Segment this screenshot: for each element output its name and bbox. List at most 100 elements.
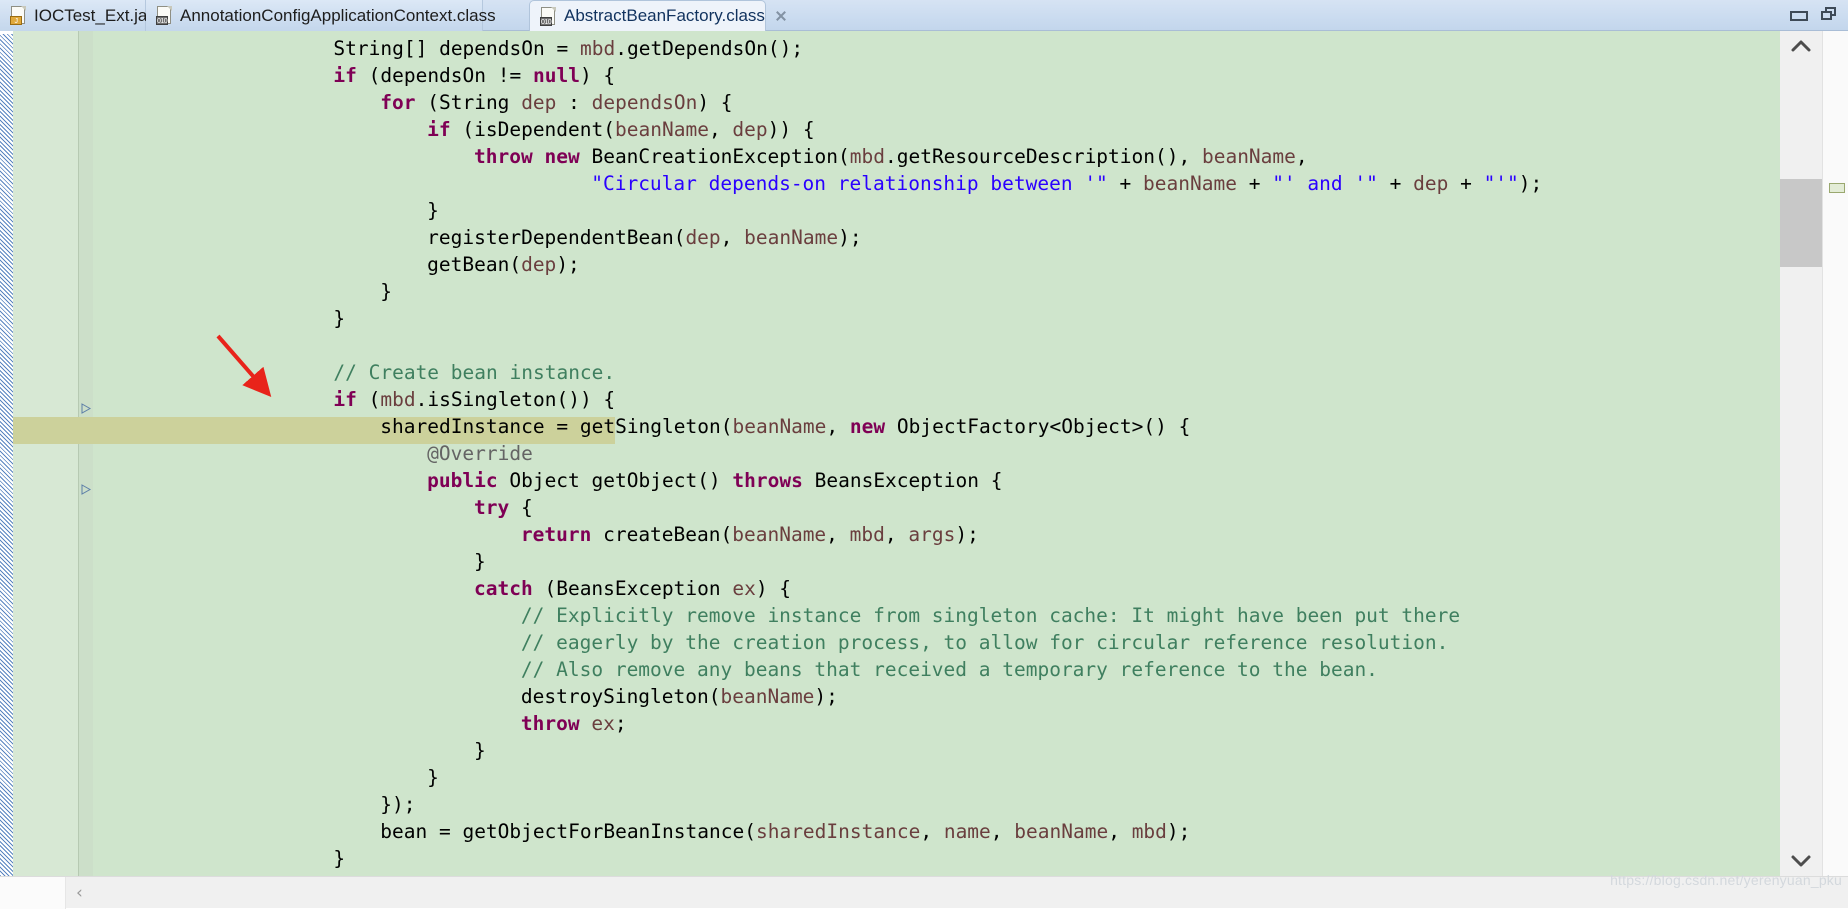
- code-token: beanName: [721, 685, 815, 708]
- code-token: // Create bean instance.: [333, 361, 615, 384]
- horizontal-scrollbar[interactable]: ‹: [0, 876, 1848, 908]
- code-token: mbd: [850, 145, 885, 168]
- code-token: public: [427, 469, 497, 492]
- scroll-left-arrow-icon[interactable]: ‹: [76, 877, 83, 909]
- code-line[interactable]: // Create bean instance.: [93, 359, 1780, 386]
- scroll-down-arrow-icon[interactable]: [1780, 846, 1822, 876]
- code-line[interactable]: "Circular depends-on relationship betwee…: [93, 170, 1780, 197]
- code-token: args: [908, 523, 955, 546]
- minimize-icon[interactable]: [1788, 6, 1806, 22]
- code-line[interactable]: if (dependsOn != null) {: [93, 62, 1780, 89]
- code-line[interactable]: getBean(dep);: [93, 251, 1780, 278]
- code-text-area[interactable]: String[] dependsOn = mbd.getDependsOn();…: [93, 31, 1780, 876]
- code-line[interactable]: throw ex;: [93, 710, 1780, 737]
- code-folding-column[interactable]: [79, 31, 93, 876]
- code-line[interactable]: String[] dependsOn = mbd.getDependsOn();: [93, 35, 1780, 62]
- code-token: }: [474, 550, 486, 573]
- code-line[interactable]: });: [93, 791, 1780, 818]
- code-token: throws: [732, 469, 802, 492]
- code-line[interactable]: // eagerly by the creation process, to a…: [93, 629, 1780, 656]
- tab-abstractbeanfactory-class[interactable]: 010 AbstractBeanFactory.class: [529, 0, 766, 31]
- code-line[interactable]: bean = getObjectForBeanInstance(sharedIn…: [93, 818, 1780, 845]
- code-token: beanName: [615, 118, 709, 141]
- line-number-gutter: [13, 31, 79, 876]
- code-line[interactable]: }: [93, 305, 1780, 332]
- code-token: [533, 145, 545, 168]
- code-line[interactable]: for (String dep : dependsOn) {: [93, 89, 1780, 116]
- code-line[interactable]: if (mbd.isSingleton()) {: [93, 386, 1780, 413]
- code-line[interactable]: // Explicitly remove instance from singl…: [93, 602, 1780, 629]
- code-token: ,: [991, 820, 1014, 843]
- code-line[interactable]: registerDependentBean(dep, beanName);: [93, 224, 1780, 251]
- code-token: }: [333, 307, 345, 330]
- code-token: // Explicitly remove instance from singl…: [521, 604, 1460, 627]
- code-token: ;: [615, 712, 627, 735]
- code-token: mbd: [380, 388, 415, 411]
- tab-label: AbstractBeanFactory.class: [564, 6, 765, 26]
- scroll-up-arrow-icon[interactable]: [1780, 31, 1822, 61]
- code-line[interactable]: try {: [93, 494, 1780, 521]
- code-line[interactable]: destroySingleton(beanName);: [93, 683, 1780, 710]
- fold-arrow-icon-2[interactable]: [81, 484, 92, 495]
- code-token: .isSingleton()) {: [416, 388, 616, 411]
- code-token: [580, 712, 592, 735]
- code-token: =: [545, 37, 580, 60]
- code-line[interactable]: }: [93, 764, 1780, 791]
- vertical-scrollbar-thumb[interactable]: [1780, 179, 1822, 267]
- window-controls: [1788, 6, 1838, 22]
- code-token: catch: [474, 577, 533, 600]
- code-token: ,: [885, 523, 908, 546]
- code-line[interactable]: return createBean(beanName, mbd, args);: [93, 521, 1780, 548]
- code-token: beanName: [1202, 145, 1296, 168]
- code-token: @Override: [427, 442, 533, 465]
- code-token: beanName: [1143, 172, 1237, 195]
- code-line[interactable]: if (isDependent(beanName, dep)) {: [93, 116, 1780, 143]
- code-line[interactable]: // Also remove any beans that received a…: [93, 656, 1780, 683]
- code-line[interactable]: }: [93, 548, 1780, 575]
- code-token: sharedInstance: [380, 415, 544, 438]
- scrollbar-left-pad: [0, 877, 66, 909]
- code-token: (BeansException: [533, 577, 733, 600]
- code-editor[interactable]: 2882892902912922932942952962972982993003…: [0, 31, 1848, 876]
- fold-arrow-icon-1[interactable]: [81, 403, 92, 414]
- code-token: sharedInstance: [756, 820, 920, 843]
- code-line[interactable]: catch (BeansException ex) {: [93, 575, 1780, 602]
- code-line[interactable]: sharedInstance = getSingleton(beanName, …: [93, 413, 1780, 440]
- code-line[interactable]: }: [93, 737, 1780, 764]
- code-line[interactable]: }: [93, 845, 1780, 872]
- tab-ioctest-ext-java[interactable]: J IOCTest_Ext.java: [0, 0, 146, 31]
- code-token: return: [521, 523, 591, 546]
- code-line[interactable]: [93, 332, 1780, 359]
- code-token: "' and '": [1272, 172, 1378, 195]
- code-token: // Also remove any beans that received a…: [521, 658, 1378, 681]
- code-token: beanName: [732, 523, 826, 546]
- vertical-scrollbar[interactable]: [1780, 31, 1822, 876]
- code-token: beanName: [1014, 820, 1108, 843]
- maximize-icon[interactable]: [1820, 6, 1838, 22]
- code-token: dep: [732, 118, 767, 141]
- code-token: .getResourceDescription(),: [885, 145, 1202, 168]
- code-line[interactable]: @Override: [93, 440, 1780, 467]
- code-line[interactable]: }: [93, 197, 1780, 224]
- scroll-left-glyph: ‹: [76, 883, 83, 903]
- overview-ruler[interactable]: [1822, 31, 1848, 876]
- code-token: ) {: [756, 577, 791, 600]
- change-bar-strip: [0, 31, 13, 876]
- code-token: [509, 91, 521, 114]
- code-token: )) {: [768, 118, 815, 141]
- code-token: bean: [380, 820, 427, 843]
- code-token: (dependsOn !=: [357, 64, 533, 87]
- code-token: dependsOn: [439, 37, 545, 60]
- code-token: beanName: [732, 415, 826, 438]
- overview-ruler-marker[interactable]: [1829, 183, 1845, 193]
- tab-annotationconfigapplicationcontext-class[interactable]: 010 AnnotationConfigApplicationContext.c…: [146, 0, 483, 31]
- code-token: Object getObject(): [498, 469, 733, 492]
- code-token: );: [556, 253, 579, 276]
- code-token: ObjectFactory<Object>() {: [885, 415, 1190, 438]
- code-token: );: [838, 226, 861, 249]
- code-token: ) {: [697, 91, 732, 114]
- code-line[interactable]: public Object getObject() throws BeansEx…: [93, 467, 1780, 494]
- code-token: ,: [826, 415, 849, 438]
- code-line[interactable]: throw new BeanCreationException(mbd.getR…: [93, 143, 1780, 170]
- code-line[interactable]: }: [93, 278, 1780, 305]
